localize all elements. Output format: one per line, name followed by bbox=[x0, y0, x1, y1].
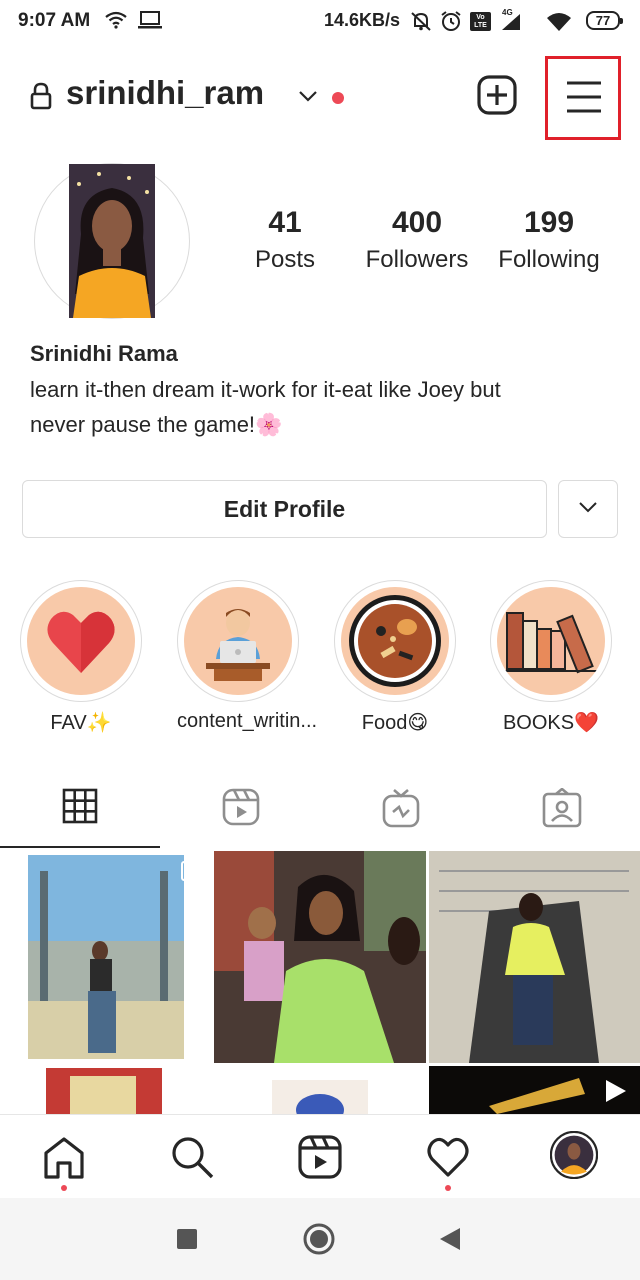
highlight-label: BOOKS❤️ bbox=[502, 712, 600, 734]
alarm-icon bbox=[441, 11, 461, 31]
recents-icon[interactable] bbox=[176, 1228, 198, 1250]
post-thumbnail[interactable] bbox=[429, 1066, 640, 1114]
stat-label: Posts bbox=[254, 246, 316, 273]
tab-grid[interactable] bbox=[0, 772, 160, 848]
post-thumbnail[interactable] bbox=[214, 851, 426, 1063]
highlight-ring bbox=[20, 580, 142, 702]
grid-icon bbox=[62, 788, 98, 824]
post-image bbox=[429, 851, 640, 1063]
post-image bbox=[0, 1066, 211, 1114]
multiple-posts-icon bbox=[181, 1076, 201, 1096]
tab-igtv[interactable] bbox=[320, 772, 480, 848]
activity-dot bbox=[445, 1185, 451, 1191]
wifi-icon bbox=[105, 11, 127, 29]
stat-label: Following bbox=[498, 246, 600, 273]
username[interactable]: srinidhi_ram bbox=[66, 74, 264, 112]
post-thumbnail[interactable] bbox=[429, 851, 640, 1063]
lock-icon bbox=[30, 82, 52, 110]
status-time: 9:07 AM bbox=[18, 10, 91, 31]
multiple-posts-icon bbox=[181, 861, 201, 881]
highlight-label: Food😋 bbox=[361, 712, 429, 734]
tab-reels[interactable] bbox=[160, 772, 320, 848]
profile-avatar[interactable] bbox=[550, 1131, 598, 1179]
add-post-icon[interactable] bbox=[476, 74, 518, 116]
home-activity-dot bbox=[61, 1185, 67, 1191]
profile-tabs bbox=[0, 772, 640, 850]
bottom-navigation bbox=[0, 1114, 640, 1198]
edit-profile-button[interactable]: Edit Profile bbox=[22, 480, 547, 538]
signal-icon bbox=[502, 14, 520, 30]
active-tab-indicator bbox=[0, 846, 160, 848]
menu-icon[interactable] bbox=[565, 79, 603, 115]
stat-label: Followers bbox=[365, 246, 469, 273]
stat-followers[interactable]: 400 Followers bbox=[352, 206, 482, 274]
home-button-icon[interactable] bbox=[302, 1222, 336, 1256]
stat-following[interactable]: 199 Following bbox=[484, 206, 614, 274]
highlight-label: FAV✨ bbox=[50, 712, 112, 734]
bio-line: learn it-then dream it-work for it-eat l… bbox=[30, 377, 501, 402]
highlight-cover bbox=[27, 587, 135, 695]
suggested-accounts-button[interactable] bbox=[558, 480, 618, 538]
avatar-photo bbox=[69, 164, 155, 318]
post-image bbox=[214, 851, 426, 1063]
stat-value: 400 bbox=[391, 206, 443, 239]
highlight-ring bbox=[490, 580, 612, 702]
tab-tagged[interactable] bbox=[480, 772, 640, 848]
back-icon[interactable] bbox=[438, 1226, 462, 1252]
chevron-down-icon bbox=[579, 502, 597, 513]
heart-icon[interactable] bbox=[424, 1133, 472, 1181]
search-icon[interactable] bbox=[168, 1133, 216, 1181]
status-bar: 9:07 AM 14.6KB/s Vo LTE 4G 77 bbox=[0, 0, 640, 44]
wifi-signal-icon bbox=[547, 13, 571, 31]
play-icon bbox=[606, 1080, 626, 1102]
profile-header: srinidhi_ram bbox=[0, 56, 640, 140]
stat-posts[interactable]: 41 Posts bbox=[220, 206, 350, 274]
highlight-books[interactable]: BOOKS❤️ bbox=[490, 580, 612, 735]
highlight-ring bbox=[334, 580, 456, 702]
chevron-down-icon[interactable] bbox=[298, 90, 318, 102]
stat-value: 199 bbox=[523, 206, 575, 239]
highlight-food[interactable]: Food😋 bbox=[334, 580, 456, 735]
igtv-icon bbox=[382, 789, 420, 828]
battery-icon: 77 bbox=[586, 11, 623, 30]
highlight-ring bbox=[177, 580, 299, 702]
post-image bbox=[0, 851, 211, 1063]
highlight-cover bbox=[341, 587, 449, 695]
menu-button[interactable] bbox=[545, 56, 621, 140]
highlight-cover bbox=[184, 587, 292, 695]
profile-avatar[interactable] bbox=[34, 163, 190, 319]
post-thumbnail[interactable] bbox=[214, 1066, 426, 1114]
reels-icon bbox=[222, 788, 260, 826]
notification-dot bbox=[332, 92, 344, 104]
home-icon[interactable] bbox=[40, 1133, 88, 1181]
reels-icon[interactable] bbox=[296, 1133, 344, 1181]
system-navigation-bar bbox=[0, 1198, 640, 1280]
mute-icon bbox=[411, 12, 431, 31]
stat-value: 41 bbox=[268, 206, 302, 239]
post-image bbox=[214, 1066, 426, 1114]
post-thumbnail[interactable] bbox=[0, 1066, 211, 1114]
tagged-icon bbox=[542, 788, 582, 828]
profile-name: Srinidhi Rama bbox=[30, 341, 178, 366]
bio-line: never pause the game!🌸 bbox=[30, 412, 283, 437]
books-icon bbox=[503, 612, 599, 674]
food-plate-icon bbox=[349, 595, 441, 687]
highlight-label: content_writin... bbox=[177, 710, 318, 732]
laptop-person-icon bbox=[206, 609, 270, 681]
highlight-fav[interactable]: FAV✨ bbox=[20, 580, 142, 735]
network-speed: 14.6KB/s bbox=[324, 10, 401, 30]
profile-bio: learn it-then dream it-work for it-eat l… bbox=[30, 372, 610, 442]
cast-icon bbox=[138, 11, 162, 29]
volte-icon: Vo LTE bbox=[470, 12, 491, 31]
heart-icon bbox=[47, 611, 115, 673]
highlight-content-writing[interactable]: content_writin... bbox=[177, 580, 318, 733]
highlight-cover bbox=[497, 587, 605, 695]
post-thumbnail[interactable] bbox=[0, 851, 211, 1063]
